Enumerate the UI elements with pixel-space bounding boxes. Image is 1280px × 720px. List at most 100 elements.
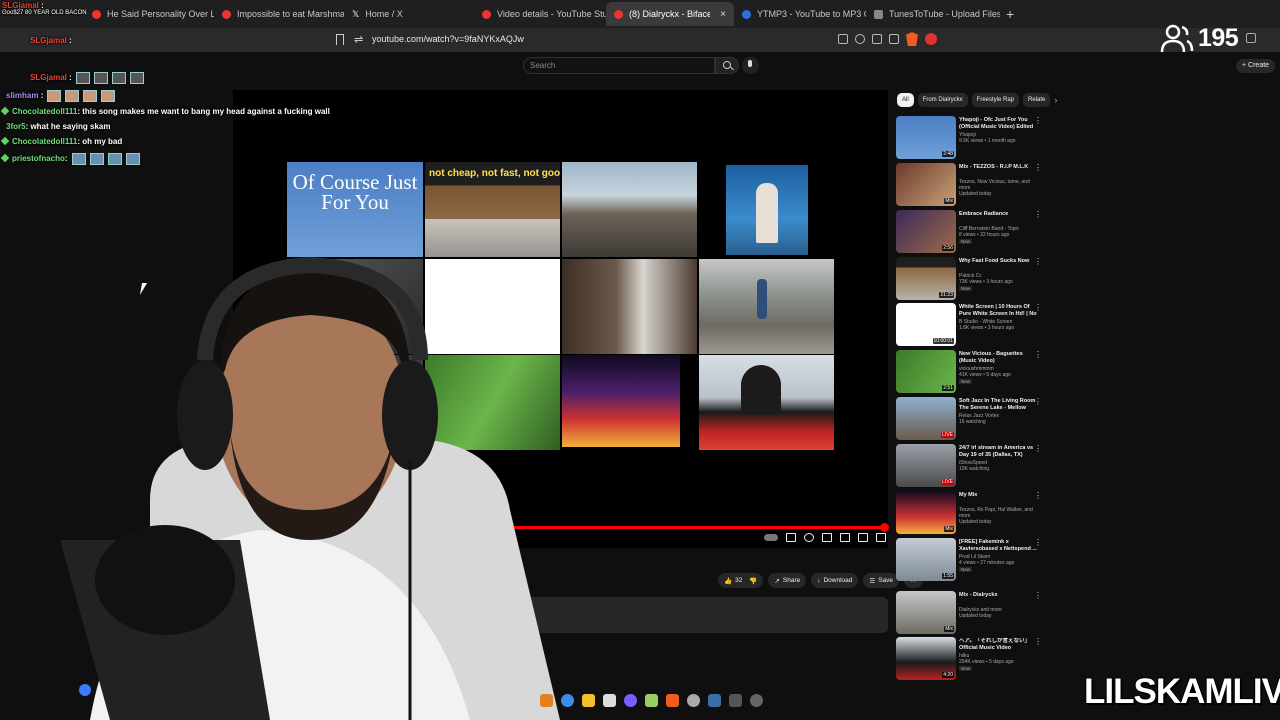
url-field[interactable]: youtube.com/watch?v=9faNYKxAQJw (372, 34, 524, 44)
recommendation-item[interactable]: 2:48 Yhapoji - Ofc Just For You (Official… (896, 116, 1046, 160)
extension-icon[interactable] (925, 33, 937, 45)
recommendation-item[interactable]: LIVE Soft Jazz In The Living Room The Ser… (896, 397, 1046, 441)
rec-title[interactable]: New Vicious - Baguettes (Music Video) (959, 351, 1039, 365)
share-button[interactable]: ↗ Share (768, 573, 807, 588)
rec-title[interactable]: ヘア。「それしか言えない」 Official Music Video (959, 638, 1039, 652)
browser-tab-active[interactable]: (8) Dialryckx - Biface prod by Lil × (606, 2, 734, 26)
new-tab-button[interactable]: + (1006, 6, 1014, 22)
more-vert-icon[interactable]: ⋮ (1034, 638, 1042, 646)
save-button[interactable]: ☰ Save (863, 573, 900, 588)
rec-thumbnail[interactable]: Mix (896, 163, 956, 206)
rec-thumbnail[interactable]: Mix (896, 591, 956, 634)
rec-thumbnail[interactable]: 2:56 (896, 210, 956, 253)
browser-tab[interactable]: Video details - YouTube Studio (474, 2, 606, 26)
rec-thumbnail[interactable]: LIVE (896, 397, 956, 440)
rec-title[interactable]: 24/7 irl stream in America vs Day 19 of … (959, 445, 1039, 459)
brave-icon[interactable] (666, 694, 679, 707)
folder-icon[interactable] (582, 694, 595, 707)
recommendation-item[interactable]: LIVE 24/7 irl stream in America vs Day 19… (896, 444, 1046, 488)
steam-icon[interactable] (708, 694, 721, 707)
rec-title[interactable]: White Screen | 10 Hours Of Pure White Sc… (959, 304, 1039, 318)
rec-thumbnail[interactable]: 21:23 (896, 257, 956, 300)
rec-title[interactable]: Embrace Radiance (959, 211, 1039, 218)
app-icon[interactable] (729, 694, 742, 707)
site-info-icon[interactable]: ⇌ (354, 33, 363, 46)
rec-thumbnail[interactable]: 2:48 (896, 116, 956, 159)
more-vert-icon[interactable]: ⋮ (1034, 492, 1042, 500)
more-vert-icon[interactable]: ⋮ (1034, 258, 1042, 266)
recommendation-item[interactable]: 21:23 Why Fast Food Sucks Now Patrick Cc 73… (896, 257, 1046, 301)
app-icon[interactable] (750, 694, 763, 707)
sidebar-icon[interactable] (1246, 33, 1256, 43)
rec-channel[interactable]: Tezzos, New Vicious, tame, and more (959, 179, 1030, 191)
more-vert-icon[interactable]: ⋮ (1034, 445, 1042, 453)
miniplayer-icon[interactable] (822, 533, 832, 542)
fullscreen-icon[interactable] (876, 533, 886, 542)
recommendation-item[interactable]: 10:00:01 White Screen | 10 Hours Of Pure … (896, 303, 1046, 347)
search-button[interactable] (715, 57, 739, 74)
chip-freestyle-rap[interactable]: Freestyle Rap (971, 93, 1020, 107)
rec-title[interactable]: Mix - TEZZOS - R.I.P M.L.K (959, 164, 1039, 171)
discord-icon[interactable] (624, 694, 637, 707)
progress-scrubber[interactable] (880, 523, 889, 532)
search-input[interactable]: Search (523, 57, 715, 74)
rec-thumbnail[interactable]: 1:55 (896, 538, 956, 581)
more-vert-icon[interactable]: ⋮ (1034, 539, 1042, 547)
browser-tab[interactable]: 𝕏 Home / X (344, 2, 474, 26)
rec-title[interactable]: My Mix (959, 492, 1039, 499)
recommendation-item[interactable]: 4:20 ヘア。「それしか言えない」 Official Music Video hi… (896, 637, 1046, 681)
recommendation-item[interactable]: 2:56 Embrace Radiance Cliff Bernstein Band… (896, 210, 1046, 254)
recommendation-item[interactable]: Mix My Mix Tezzos, Rx Papi, Hal Walker, an… (896, 491, 1046, 535)
more-vert-icon[interactable]: ⋮ (1034, 164, 1042, 172)
chevron-right-icon[interactable]: › (1054, 93, 1057, 107)
more-vert-icon[interactable]: ⋮ (1034, 304, 1042, 312)
chip-from-channel[interactable]: From Dialryckx (917, 93, 968, 107)
recommendation-item[interactable]: 1:55 [FREE] Fakemink x Xaviersobased x Ne… (896, 538, 1046, 582)
rec-thumbnail[interactable]: 4:20 (896, 637, 956, 680)
more-vert-icon[interactable]: ⋮ (1034, 117, 1042, 125)
app-icon[interactable] (645, 694, 658, 707)
autoplay-toggle[interactable] (764, 534, 778, 541)
rec-title[interactable]: Mix - Dialryckx (959, 592, 1039, 599)
rec-channel[interactable]: Tezzos, Rx Papi, Hal Walker, and more (959, 507, 1033, 519)
brave-shield-icon[interactable] (906, 32, 918, 46)
rec-title[interactable]: [FREE] Fakemink x Xaviersobased x Nettsp… (959, 539, 1039, 553)
store-icon[interactable] (603, 694, 616, 707)
more-vert-icon[interactable]: ⋮ (1034, 351, 1042, 359)
recommendation-item[interactable]: Mix Mix - Dialryckx Dialryckx and more Upda… (896, 591, 1046, 635)
widgets-icon[interactable] (540, 694, 553, 707)
recommendation-item[interactable]: 2:51 New Vicious - Baguettes (Music Video… (896, 350, 1046, 394)
like-count: 32 (735, 577, 743, 584)
chip-related[interactable]: Relate (1023, 93, 1051, 107)
rec-title[interactable]: Yhapoji - Ofc Just For You (Official Mus… (959, 117, 1039, 131)
captions-icon[interactable] (786, 533, 796, 542)
rec-thumbnail[interactable]: Mix (896, 491, 956, 534)
edit-icon[interactable] (889, 34, 899, 44)
share-icon[interactable] (872, 34, 882, 44)
more-vert-icon[interactable]: ⋮ (1034, 211, 1042, 219)
theater-mode-icon[interactable] (840, 533, 850, 542)
cast-icon[interactable] (858, 533, 868, 542)
obs-icon[interactable] (687, 694, 700, 707)
chip-all[interactable]: All (897, 93, 914, 107)
like-button[interactable]: 👍 32 👎 (718, 573, 764, 588)
browser-tab[interactable]: YTMP3 - YouTube to MP3 Converter (734, 2, 866, 26)
create-button[interactable]: + Create (1236, 59, 1276, 73)
recommendation-item[interactable]: Mix Mix - TEZZOS - R.I.P M.L.K Tezzos, New… (896, 163, 1046, 207)
rec-thumbnail[interactable]: 2:51 (896, 350, 956, 393)
download-button[interactable]: ↓ Download (811, 573, 859, 588)
rec-title[interactable]: Soft Jazz In The Living Room The Serene … (959, 398, 1039, 412)
rec-thumbnail[interactable]: LIVE (896, 444, 956, 487)
edge-icon[interactable] (561, 694, 574, 707)
thumbs-down-icon[interactable]: 👎 (749, 577, 757, 585)
rec-title[interactable]: Why Fast Food Sucks Now (959, 258, 1039, 265)
close-tab-icon[interactable]: × (720, 9, 726, 20)
screen-icon[interactable] (838, 34, 848, 44)
more-vert-icon[interactable]: ⋮ (1034, 592, 1042, 600)
browser-tab[interactable]: TunesToTube - Upload Files - Logged (866, 2, 1000, 26)
settings-gear-icon[interactable] (804, 533, 814, 542)
rec-thumbnail[interactable]: 10:00:01 (896, 303, 956, 346)
search-page-icon[interactable] (855, 34, 865, 44)
more-vert-icon[interactable]: ⋮ (1034, 398, 1042, 406)
voice-search-button[interactable] (742, 57, 759, 74)
